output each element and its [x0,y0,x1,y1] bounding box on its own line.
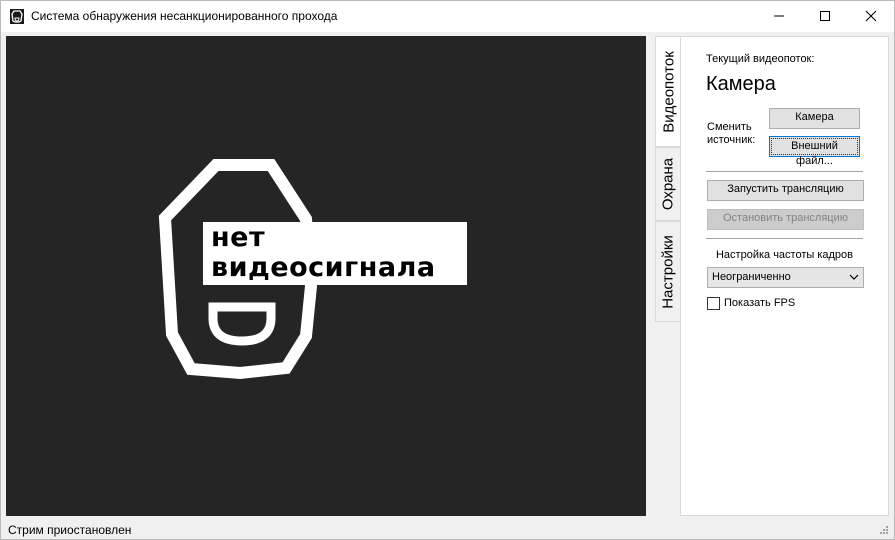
status-bar-text: Стрим приостановлен [8,523,132,537]
chevron-down-icon [849,274,859,280]
no-signal-text-line1: нет [211,222,266,253]
tab-video-stream-label: Видеопоток [660,50,678,133]
camera-source-button[interactable]: Камера [769,108,860,129]
resize-grip-icon[interactable] [879,525,889,535]
main-window: Система обнаружения несанкционированного… [0,0,895,540]
switch-source-label: Сменить источник: [707,121,756,146]
separator [706,238,863,239]
no-signal-banner: нет видеосигнала [203,222,467,285]
close-icon [865,10,877,22]
vertical-tab-strip: Видеопоток Охрана Настройки [655,36,682,326]
fps-dropdown[interactable]: Неограниченно [707,267,864,288]
stop-stream-button[interactable]: Остановить трансляцию [707,209,864,230]
separator [706,171,863,172]
show-fps-checkbox[interactable] [707,297,720,310]
minimize-button[interactable] [756,1,802,32]
maximize-button[interactable] [802,1,848,32]
close-button[interactable] [848,1,894,32]
current-stream-value: Камера [706,73,776,95]
title-bar[interactable]: Система обнаружения несанкционированного… [1,1,894,32]
maximize-icon [820,11,830,21]
no-signal-text-line2: видеосигнала [211,252,436,283]
external-file-button-label: Внешний файл... [771,138,858,167]
minimize-icon [774,15,784,17]
video-stream-panel: Текущий видеопоток: Камера Сменить источ… [680,36,889,516]
window-title: Система обнаружения несанкционированного… [31,9,338,23]
fps-dropdown-value: Неограниченно [712,271,791,283]
show-fps-label[interactable]: Показать FPS [724,297,795,309]
app-icon [10,9,24,24]
current-stream-label: Текущий видеопоток: [706,53,815,65]
tab-video-stream[interactable]: Видеопоток [655,36,682,147]
tab-guard[interactable]: Охрана [655,147,680,221]
video-display: нет видеосигнала [6,36,646,516]
fps-settings-label: Настройка частоты кадров [715,249,854,261]
external-file-button[interactable]: Внешний файл... [769,136,860,167]
start-stream-button[interactable]: Запустить трансляцию [707,180,864,201]
tab-settings-label: Настройки [659,234,677,309]
tab-guard-label: Охрана [659,157,677,211]
tab-settings[interactable]: Настройки [655,221,680,322]
